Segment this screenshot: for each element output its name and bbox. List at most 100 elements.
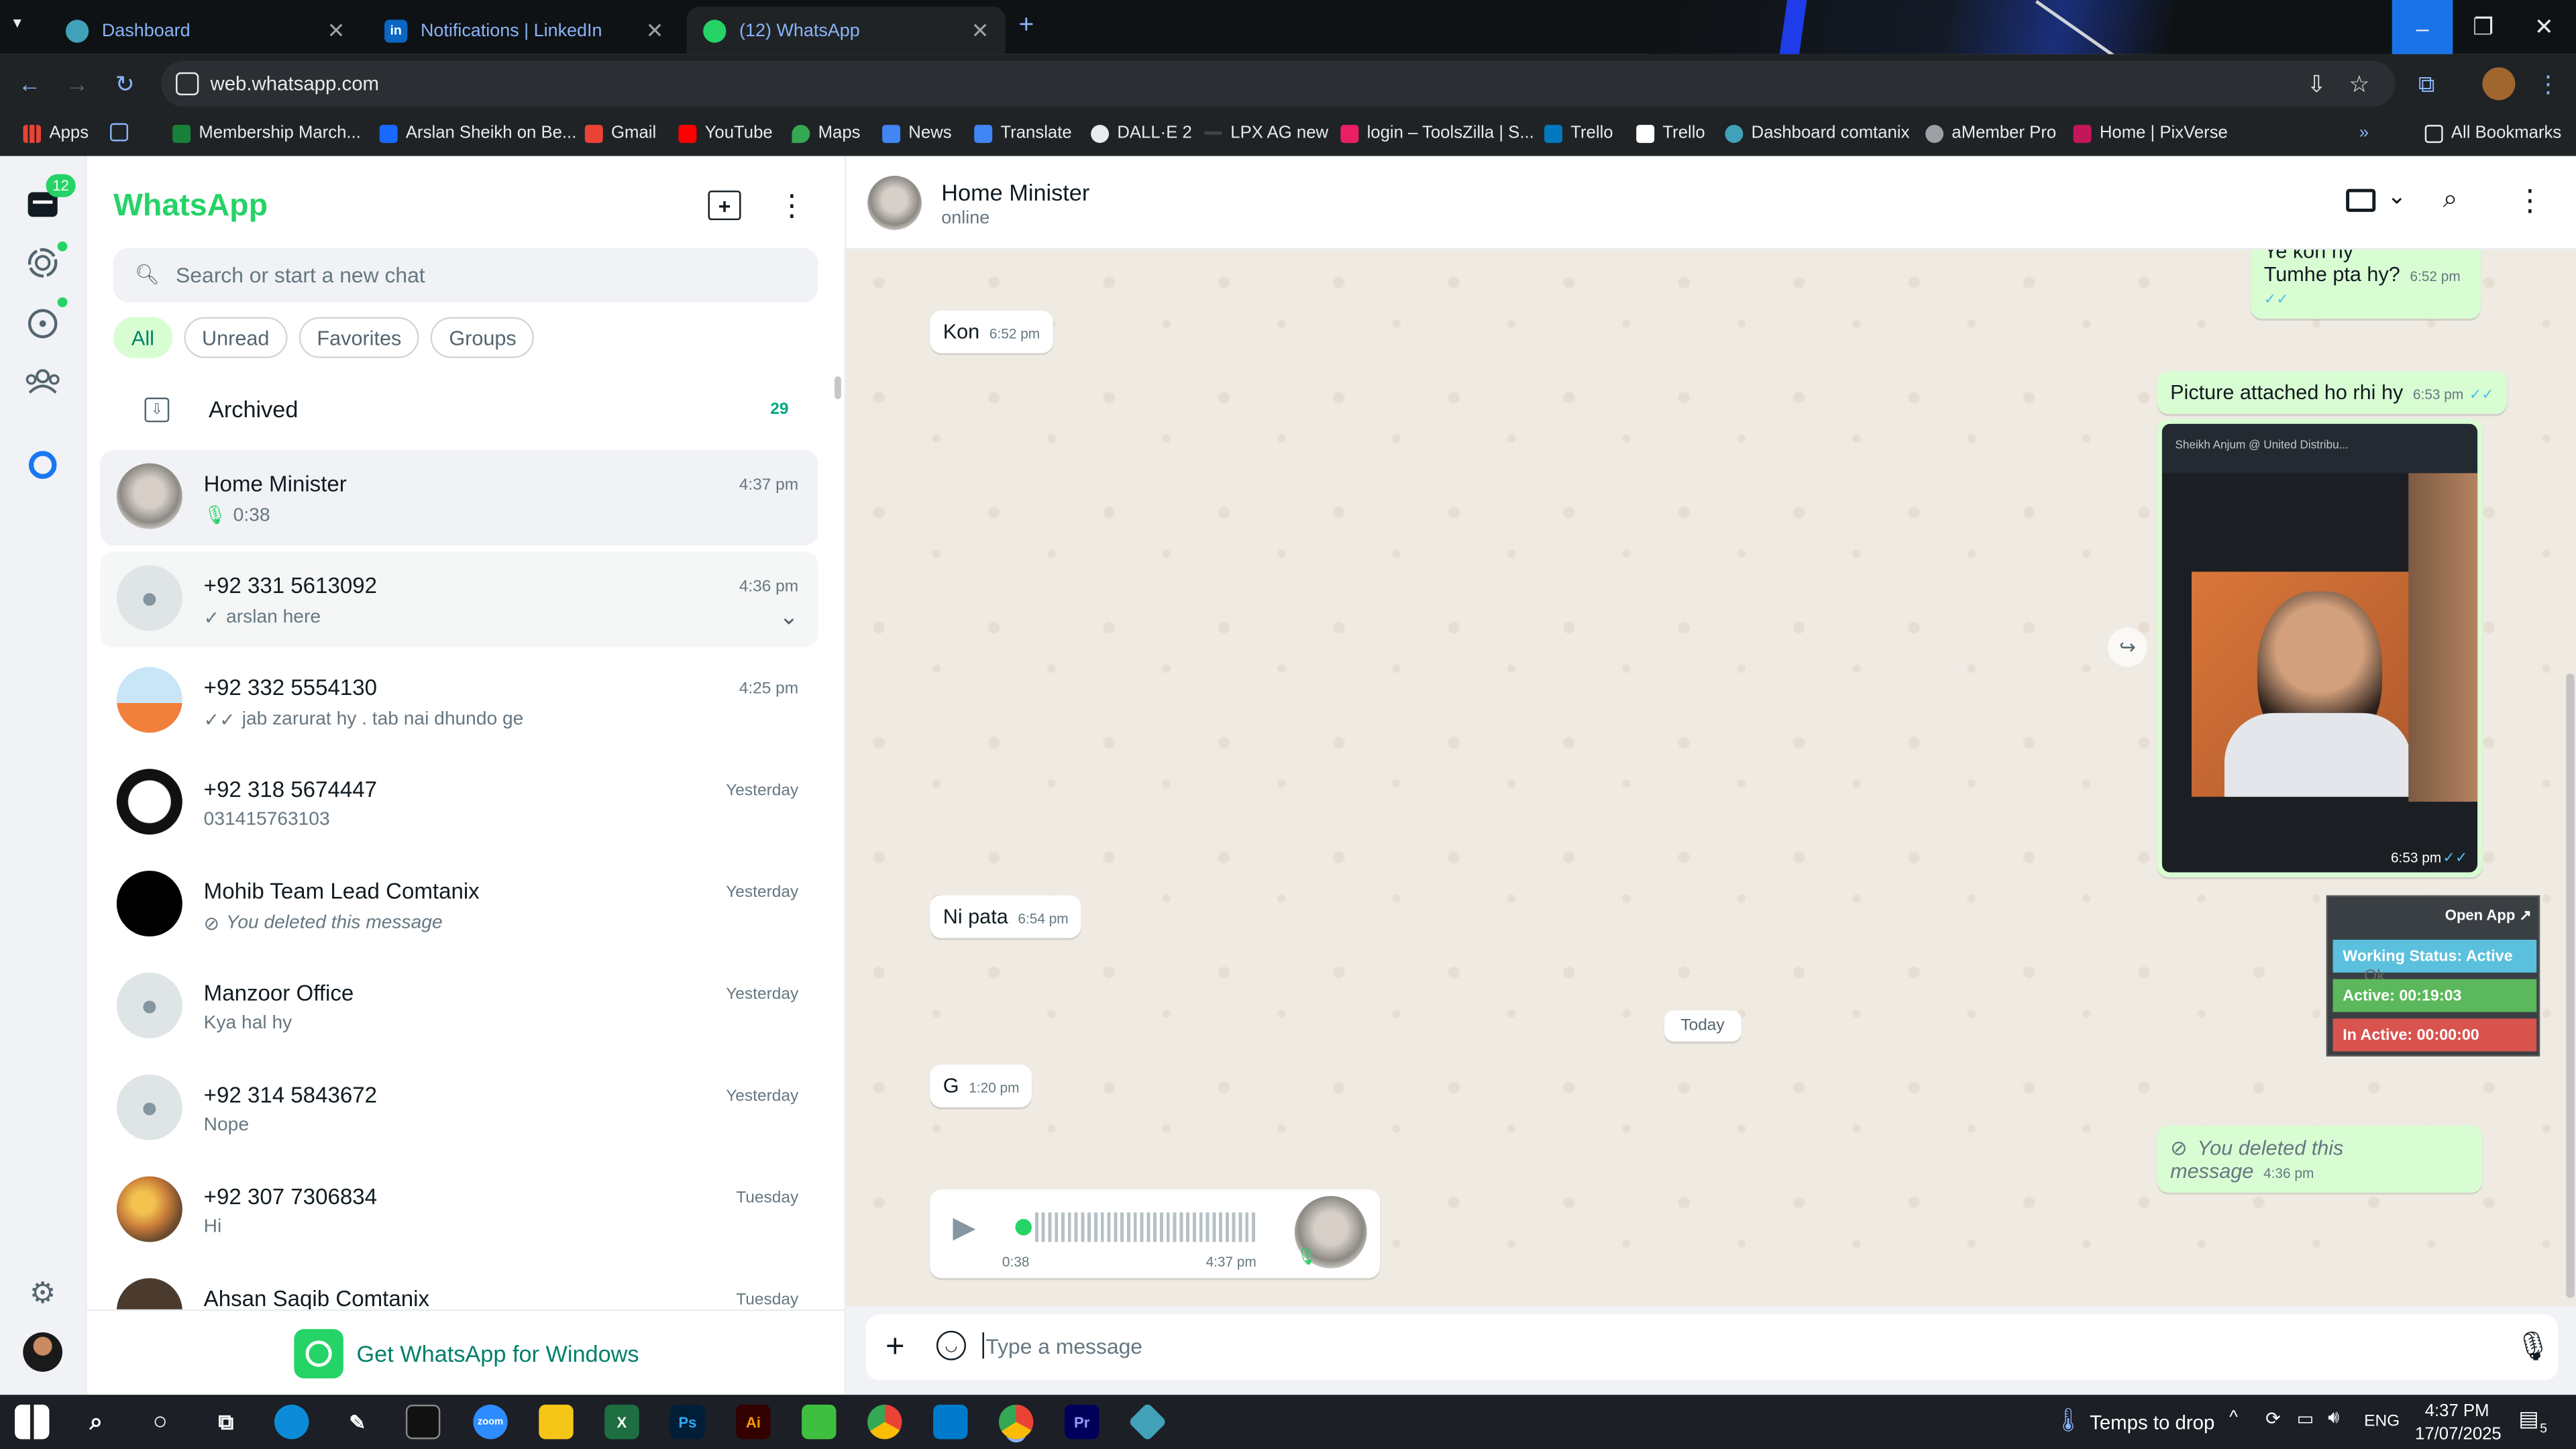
bookmark-trello-1[interactable]: Trello <box>1544 123 1613 143</box>
premiere-icon[interactable]: Pr <box>1064 1404 1099 1440</box>
volume-icon[interactable]: 🔊︎ <box>2328 1408 2339 1430</box>
bookmark-gmail[interactable]: Gmail <box>584 123 656 143</box>
pen-icon[interactable]: ✎ <box>340 1405 374 1439</box>
bookmark-lpx[interactable]: LPX AG new <box>1204 123 1328 143</box>
profile-avatar[interactable] <box>23 1332 63 1372</box>
chat-row[interactable]: +92 307 7306834 Hi Tuesday <box>100 1163 818 1258</box>
search-input[interactable]: 🔍︎ Search or start a new chat <box>113 248 818 303</box>
bookmark-youtube[interactable]: YouTube <box>678 123 773 143</box>
bookmark-membership[interactable]: Membership March... <box>172 123 361 143</box>
voice-progress-dot[interactable] <box>1015 1219 1032 1236</box>
video-call-icon[interactable] <box>2346 189 2376 212</box>
deleted-message-bubble[interactable]: ⊘ You deleted this message 4:36 pm <box>2157 1125 2483 1193</box>
bookmark-grid[interactable] <box>110 123 136 142</box>
chat-row[interactable]: +92 318 5674447 031415763103 Yesterday <box>100 756 818 851</box>
vscode-icon[interactable] <box>933 1404 968 1440</box>
file-explorer-icon[interactable] <box>539 1404 574 1440</box>
bookmark-translate[interactable]: Translate <box>974 123 1072 143</box>
reload-icon[interactable]: ↻ <box>109 67 142 100</box>
profile-avatar[interactable] <box>2482 67 2516 101</box>
communities-icon[interactable] <box>23 362 62 401</box>
contact-avatar[interactable] <box>867 176 922 230</box>
bookmark-toolszilla[interactable]: login – ToolsZilla | S... <box>1340 123 1534 143</box>
close-window-button[interactable]: ✕ <box>2514 0 2575 54</box>
message-bubble-out[interactable]: Ye kon hy Tumhe pta hy? 6:52 pm ✓✓ <box>2251 250 2481 319</box>
chat-row[interactable]: Home Minister 🎙︎ 0:38 4:37 pm <box>100 450 818 546</box>
microphone-icon[interactable]: 🎙︎ <box>2515 1331 2551 1364</box>
channels-icon[interactable] <box>23 304 62 343</box>
network-icon[interactable]: ▭ <box>2297 1408 2314 1429</box>
chrome-active-icon[interactable] <box>998 1404 1034 1440</box>
chevron-down-icon[interactable]: ⌄ <box>2387 182 2406 211</box>
time-tracker-app-icon[interactable] <box>1128 1402 1167 1442</box>
voice-message-bubble[interactable]: ▶ 0:38 4:37 pm 🎙︎ <box>930 1189 1381 1279</box>
clock-date[interactable]: 17/07/2025 <box>2415 1424 2502 1444</box>
cortana-icon[interactable]: ○ <box>143 1405 177 1439</box>
message-bubble-in[interactable]: Kon 6:52 pm <box>930 310 1053 354</box>
conversation-header[interactable]: Home Minister online ⌄ ⌕ ⋮ <box>846 156 2576 250</box>
bookmark-maps[interactable]: Maps <box>792 123 861 143</box>
voice-waveform[interactable] <box>1034 1212 1258 1242</box>
bookmarks-overflow-icon[interactable]: » <box>2359 123 2369 143</box>
message-bubble-in[interactable]: G 1:20 pm <box>930 1064 1033 1108</box>
play-icon[interactable]: ▶ <box>953 1211 975 1245</box>
url-field[interactable]: web.whatsapp.com <box>161 60 2396 107</box>
tab-dashboard[interactable]: Dashboard ✕ <box>49 7 361 54</box>
tray-sync-icon[interactable]: ⟳ <box>2265 1408 2281 1429</box>
message-bubble-out[interactable]: Picture attached ho rhi hy 6:53 pm ✓✓ <box>2157 371 2508 415</box>
site-info-icon[interactable] <box>176 72 199 96</box>
chevron-down-icon[interactable]: ⌄ <box>779 603 798 631</box>
new-chat-icon[interactable]: + <box>708 191 741 221</box>
conversation-menu-icon[interactable]: ⋮ <box>2515 184 2544 218</box>
bookmark-dashboard-comtanix[interactable]: Dashboard comtanix <box>1725 123 1910 143</box>
settings-gear-icon[interactable]: ⚙ <box>23 1273 62 1313</box>
notification-icon[interactable]: ▤ <box>2518 1406 2538 1432</box>
close-icon[interactable]: ✕ <box>646 17 664 44</box>
bookmark-apps[interactable]: Apps <box>23 123 89 143</box>
status-icon[interactable] <box>23 243 62 282</box>
chrome-icon[interactable] <box>867 1404 902 1440</box>
message-bubble-in[interactable]: Ni pata 6:54 pm <box>930 895 1082 938</box>
filter-all[interactable]: All <box>113 317 172 358</box>
image-message[interactable]: Sheikh Anjum @ United Distribu... 6:53 p… <box>2157 419 2483 877</box>
chat-row[interactable]: ● Manzoor Office Kya hal hy Yesterday <box>100 959 818 1055</box>
tab-whatsapp[interactable]: (12) WhatsApp ✕ <box>686 6 1006 54</box>
chat-row[interactable]: ● +92 331 5613092 ✓ arslan here 4:36 pm ⌄ <box>100 551 818 647</box>
new-tab-icon[interactable]: + <box>1018 11 1034 41</box>
search-icon[interactable]: ⌕ <box>79 1405 113 1439</box>
tab-linkedin[interactable]: in Notifications | LinkedIn ✕ <box>368 7 680 54</box>
filter-favorites[interactable]: Favorites <box>299 317 420 358</box>
search-icon[interactable]: ⌕ <box>2443 186 2458 215</box>
bookmark-behance[interactable]: Arslan Sheikh on Be... <box>379 123 576 143</box>
browser-menu-icon[interactable]: ⋮ <box>2532 67 2565 100</box>
filter-groups[interactable]: Groups <box>431 317 535 358</box>
back-icon[interactable]: ← <box>13 67 46 100</box>
forward-icon[interactable]: → <box>61 67 94 100</box>
chat-row[interactable]: +92 332 5554130 ✓✓ jab zarurat hy . tab n… <box>100 654 818 749</box>
edge-icon[interactable] <box>274 1404 309 1440</box>
terminal-icon[interactable] <box>405 1404 441 1440</box>
zoom-icon[interactable]: zoom <box>473 1404 508 1440</box>
message-input[interactable]: Type a message <box>985 1334 1142 1359</box>
conversation-scrollbar[interactable] <box>2566 674 2575 1298</box>
phone-link-icon[interactable] <box>802 1404 837 1440</box>
minimize-button[interactable]: – <box>2392 0 2453 54</box>
install-app-icon[interactable]: ⇩ <box>2300 67 2333 100</box>
tab-search-icon[interactable]: ▾ <box>13 15 21 33</box>
sticker-emoji-icon[interactable]: ◡ <box>936 1330 967 1360</box>
open-app-link[interactable]: Open App ↗ <box>2445 907 2532 925</box>
task-view-icon[interactable]: ⧉ <box>209 1405 243 1439</box>
windows-start-icon[interactable] <box>15 1404 50 1440</box>
restore-button[interactable]: ❐ <box>2453 0 2514 54</box>
bookmark-dalle[interactable]: DALL·E 2 <box>1091 123 1192 143</box>
bookmark-news[interactable]: News <box>882 123 952 143</box>
chat-row[interactable]: Ahsan Saqib Comtanix Tuesday <box>100 1265 818 1309</box>
chat-row[interactable]: ● +92 314 5843672 Nope Yesterday <box>100 1061 818 1157</box>
clock-time[interactable]: 4:37 PM <box>2425 1401 2489 1421</box>
photo-attachment[interactable]: Sheikh Anjum @ United Distribu... 6:53 p… <box>2161 423 2478 873</box>
language-indicator[interactable]: ENG <box>2364 1413 2400 1431</box>
photoshop-icon[interactable]: Ps <box>670 1404 705 1440</box>
message-list[interactable]: Ye kon hy Tumhe pta hy? 6:52 pm ✓✓ Kon 6:5… <box>846 250 2576 1306</box>
star-icon[interactable]: ☆ <box>2343 67 2375 100</box>
chat-row[interactable]: Mohib Team Lead Comtanix ⊘ You deleted th… <box>100 857 818 953</box>
